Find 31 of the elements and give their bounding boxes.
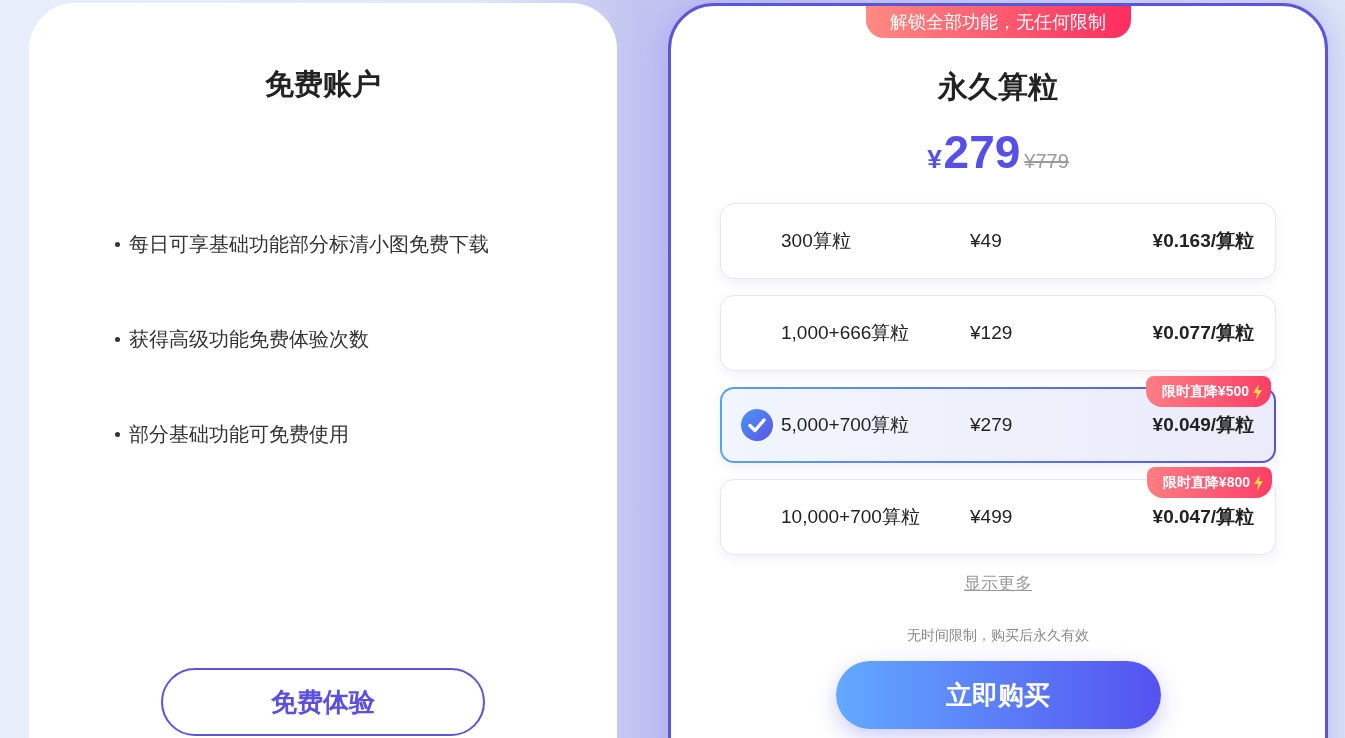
checkmark-circle-icon [741,409,773,441]
package-price: ¥49 [970,230,1003,252]
plan-title: 免费账户 [265,67,381,102]
feature-text: 每日可享基础功能部分标清小图免费下载 [129,232,489,257]
package-price: ¥129 [970,322,1014,344]
credits-amount: 10,000+700算粒 [781,505,921,529]
package-price: ¥279 [970,414,1014,436]
unit-price: ¥0.163/算粒 [1152,229,1254,253]
bullet-icon [115,336,120,342]
bullet-icon [115,431,120,437]
package-option[interactable]: 1,000+666算粒 ¥129 ¥0.077/算粒 [720,295,1276,371]
discount-badge: 限时直降¥500 [1145,376,1271,407]
unit-price: ¥0.077/算粒 [1152,321,1254,345]
feature-text: 获得高级功能免费体验次数 [129,327,369,352]
validity-note: 无时间限制，购买后永久有效 [907,627,1089,645]
free-trial-button[interactable]: 免费体验 [161,668,485,736]
credits-amount: 5,000+700算粒 [781,413,911,437]
lightning-icon [1254,474,1263,491]
feature-text: 部分基础功能可免费使用 [129,422,349,447]
credits-amount: 1,000+666算粒 [781,321,911,345]
original-price: ¥779 [1024,150,1069,173]
current-price: ¥279 [927,127,1021,180]
bullet-icon [115,241,120,247]
lightning-icon [1253,383,1262,400]
buy-now-button[interactable]: 立即购买 [835,661,1161,729]
ribbon-banner: 解锁全部功能，无任何限制 [865,6,1131,38]
credits-amount: 300算粒 [781,229,852,253]
package-option[interactable]: 300算粒 ¥49 ¥0.163/算粒 [720,203,1276,279]
package-price: ¥499 [970,506,1014,528]
discount-badge: 限时直降¥800 [1146,467,1272,498]
plan-title: 永久算粒 [938,69,1058,105]
